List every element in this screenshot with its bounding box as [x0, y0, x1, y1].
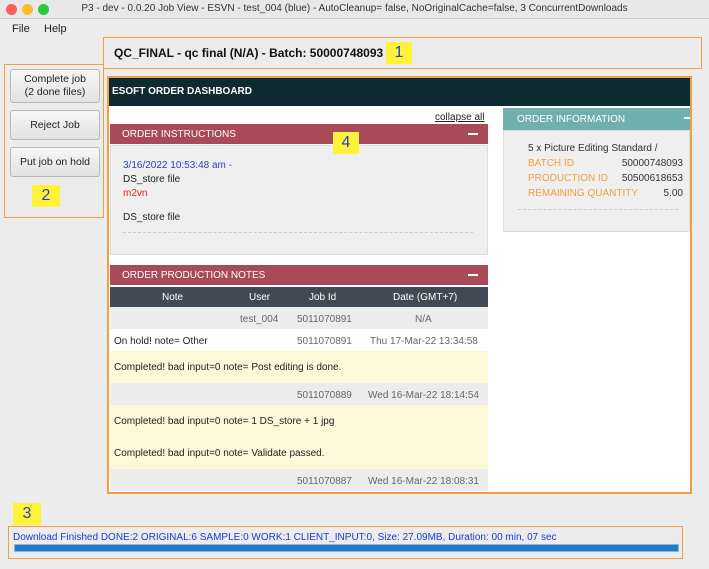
annotation-badge-4: 4 — [333, 132, 359, 154]
info-label: PRODUCTION ID — [528, 173, 608, 184]
info-label: BATCH ID — [528, 158, 574, 169]
column-header-user: User — [249, 292, 271, 303]
production-notes-header[interactable]: ORDER PRODUCTION NOTES — [110, 265, 488, 285]
batch-header: QC_FINAL - qc final (N/A) - Batch: 50000… — [103, 37, 702, 69]
cell-note: Completed! bad input=0 note= Post editin… — [114, 362, 342, 373]
cell-job-id: 5011070887 — [297, 476, 352, 487]
cell-job-id: 5011070891 — [297, 314, 352, 325]
instruction-timestamp: 3/16/2022 10:53:48 am - — [123, 160, 232, 171]
download-status-text: Download Finished DONE:2 ORIGINAL:6 SAMP… — [13, 532, 557, 543]
column-header-date: Date (GMT+7) — [393, 292, 458, 303]
cell-note: Completed! bad input=0 note= Validate pa… — [114, 448, 325, 459]
collapse-minus-icon[interactable] — [468, 274, 478, 276]
table-row[interactable]: 5011070887 Wed 16-Mar-22 18:08:31 — [110, 469, 488, 491]
order-information-title: ORDER INFORMATION — [517, 114, 626, 125]
collapse-all-link[interactable]: collapse all — [435, 112, 484, 123]
window-title: P3 - dev - 0.0.20 Job View - ESVN - test… — [81, 3, 628, 14]
instruction-text: DS_store file — [123, 212, 181, 223]
download-status-bar: Download Finished DONE:2 ORIGINAL:6 SAMP… — [8, 526, 683, 559]
table-row[interactable]: 5011070889 Wed 16-Mar-22 18:14:54 — [110, 383, 488, 405]
dashboard-title: ESOFT ORDER DASHBOARD — [112, 86, 253, 97]
notes-table-header: Note User Job Id Date (GMT+7) — [110, 287, 488, 307]
action-panel: Complete job (2 done files) Reject Job P… — [4, 64, 104, 218]
cell-job-id: 5011070891 — [297, 336, 352, 347]
complete-job-button[interactable]: Complete job (2 done files) — [10, 69, 100, 103]
divider — [518, 209, 678, 210]
cell-job-id: 5011070889 — [297, 390, 352, 401]
order-information-header[interactable]: ORDER INFORMATION — [503, 108, 690, 130]
info-value: 50000748093 — [621, 158, 683, 169]
annotation-badge-1: 1 — [386, 42, 412, 64]
table-row[interactable]: On hold! note= Other 5011070891 Thu 17-M… — [110, 329, 488, 351]
info-value: 50500618653 — [621, 173, 683, 184]
table-row[interactable]: Completed! bad input=0 note= Post editin… — [110, 351, 488, 383]
cell-date: N/A — [415, 314, 432, 325]
menu-file[interactable]: File — [12, 23, 30, 35]
cell-note: Completed! bad input=0 note= 1 DS_store … — [114, 416, 335, 427]
progress-fill — [15, 545, 678, 551]
hold-job-button[interactable]: Put job on hold — [10, 147, 100, 177]
cell-user: test_004 — [240, 314, 279, 325]
dashboard-header: ESOFT ORDER DASHBOARD — [109, 78, 690, 106]
column-header-note: Note — [162, 292, 184, 303]
table-row[interactable]: test_004 5011070891 N/A — [110, 307, 488, 329]
product-description: 5 x Picture Editing Standard / — [528, 143, 658, 154]
order-instructions-title: ORDER INSTRUCTIONS — [122, 129, 236, 140]
menu-bar: File Help — [0, 19, 709, 39]
cell-date: Thu 17-Mar-22 13:34:58 — [370, 336, 478, 347]
info-value: 5.00 — [663, 188, 683, 199]
cell-date: Wed 16-Mar-22 18:14:54 — [368, 390, 479, 401]
cell-note: On hold! note= Other — [114, 336, 208, 347]
menu-help[interactable]: Help — [44, 23, 67, 35]
production-notes-title: ORDER PRODUCTION NOTES — [122, 270, 266, 281]
annotation-badge-2: 2 — [32, 185, 60, 207]
info-label: REMAINING QUANTITY — [528, 188, 639, 199]
order-dashboard: ESOFT ORDER DASHBOARD collapse all ORDER… — [107, 76, 692, 494]
order-information-body: 5 x Picture Editing Standard / BATCH ID … — [503, 130, 690, 232]
batch-title: QC_FINAL - qc final (N/A) - Batch: 50000… — [114, 46, 384, 60]
table-row[interactable]: Completed! bad input=0 note= Validate pa… — [110, 437, 488, 469]
cell-date: Wed 16-Mar-22 18:08:31 — [368, 476, 479, 487]
table-row[interactable]: Completed! bad input=0 note= 1 DS_store … — [110, 405, 488, 437]
instruction-text: DS_store file — [123, 174, 181, 185]
download-progress-bar — [14, 544, 679, 552]
order-instructions-header[interactable]: ORDER INSTRUCTIONS — [110, 124, 488, 144]
window-title-bar: P3 - dev - 0.0.20 Job View - ESVN - test… — [0, 0, 709, 19]
collapse-minus-icon[interactable] — [684, 117, 690, 119]
instruction-text: m2vn — [123, 188, 148, 199]
reject-job-button[interactable]: Reject Job — [10, 110, 100, 140]
column-header-job-id: Job Id — [309, 292, 337, 303]
annotation-badge-3: 3 — [13, 503, 41, 525]
divider — [123, 232, 473, 233]
collapse-minus-icon[interactable] — [468, 133, 478, 135]
order-instructions-body: 3/16/2022 10:53:48 am - DS_store file m2… — [110, 132, 488, 255]
